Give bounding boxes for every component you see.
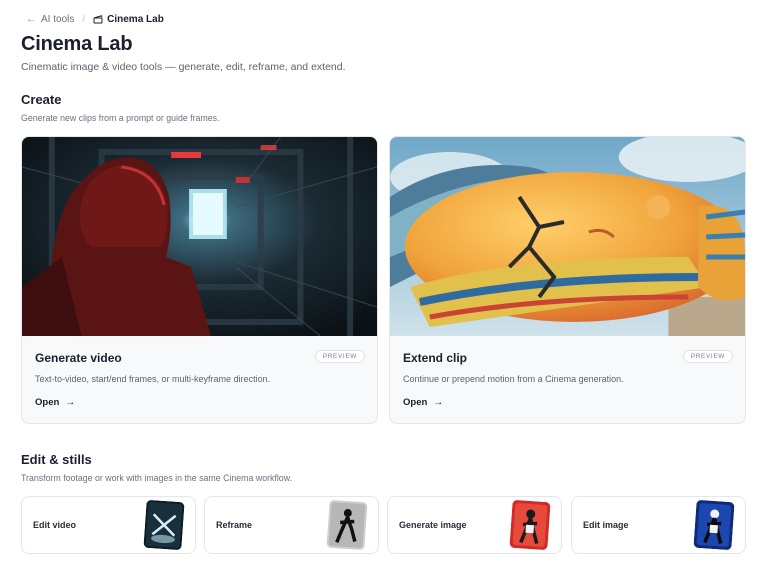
reframe-thumbnail-icon <box>326 499 368 551</box>
edit-image-tool[interactable]: Edit image <box>571 496 746 554</box>
preview-badge: PREVIEW <box>682 350 733 363</box>
open-link[interactable]: Open → <box>35 397 75 408</box>
open-link[interactable]: Open → <box>403 397 443 408</box>
generate-video-thumbnail <box>22 137 377 336</box>
breadcrumb: ← AI tools / Cinema Lab <box>26 12 164 26</box>
arrow-right-icon: → <box>65 397 76 408</box>
card-title: Extend clip <box>403 351 468 365</box>
generate-video-card[interactable]: Generate video PREVIEW Text-to-video, st… <box>21 136 378 424</box>
tool-label: Generate image <box>399 520 467 530</box>
extend-clip-thumbnail <box>390 137 745 336</box>
breadcrumb-current: Cinema Lab <box>93 14 164 25</box>
reframe-tool[interactable]: Reframe <box>204 496 379 554</box>
edit-section-title: Edit & stills <box>21 452 92 467</box>
extend-clip-card[interactable]: Extend clip PREVIEW Continue or prepend … <box>389 136 746 424</box>
generate-image-tool[interactable]: Generate image <box>387 496 562 554</box>
breadcrumb-current-label: Cinema Lab <box>107 13 164 25</box>
generate-image-thumbnail-icon <box>509 499 551 551</box>
preview-badge: PREVIEW <box>314 350 365 363</box>
arrow-left-icon[interactable]: ← <box>26 14 36 25</box>
edit-video-tool[interactable]: Edit video <box>21 496 196 554</box>
card-description: Text-to-video, start/end frames, or mult… <box>35 374 271 384</box>
card-title: Generate video <box>35 351 122 365</box>
page-title: Cinema Lab <box>21 33 133 55</box>
clapperboard-icon <box>93 15 103 24</box>
page-subtitle: Cinematic image & video tools — generate… <box>21 61 346 73</box>
open-label: Open <box>35 397 60 408</box>
card-description: Continue or prepend motion from a Cinema… <box>403 374 624 384</box>
create-section-subtitle: Generate new clips from a prompt or guid… <box>21 113 220 123</box>
edit-section-subtitle: Transform footage or work with images in… <box>21 473 293 483</box>
open-label: Open <box>403 397 428 408</box>
tool-label: Edit image <box>583 520 629 530</box>
create-section-title: Create <box>21 92 62 107</box>
edit-image-thumbnail-icon <box>693 499 735 551</box>
edit-video-thumbnail-icon <box>143 499 185 551</box>
tool-label: Edit video <box>33 520 77 530</box>
breadcrumb-separator: / <box>82 13 86 25</box>
arrow-right-icon: → <box>433 397 444 408</box>
tool-label: Reframe <box>216 520 253 530</box>
breadcrumb-ai-tools[interactable]: AI tools <box>41 14 74 25</box>
